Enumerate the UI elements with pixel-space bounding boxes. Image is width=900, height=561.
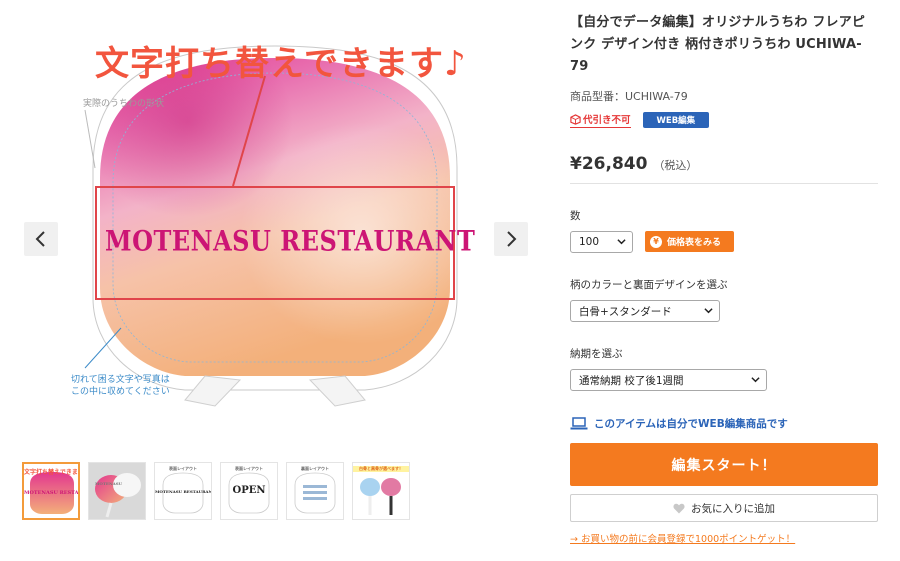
quantity-select-value: 100 <box>579 236 600 248</box>
tax-included-label: （税込） <box>653 159 698 172</box>
thumbnail-strip: 文字打ち替えできます♪ MOTENASU RESTAURANT MOTENASU… <box>22 462 410 520</box>
quantity-label: 数 <box>570 210 581 222</box>
edit-start-button[interactable]: 編集スタート！ <box>570 443 878 486</box>
design-select-value: 白骨+スタンダード <box>579 305 672 318</box>
quantity-select[interactable]: 100 <box>570 231 633 253</box>
web-edit-badge: WEB編集 <box>642 112 710 128</box>
product-gallery: 文字打ち替えできます♪ 実際のうちわの形状 MOTENASU RESTAURAN… <box>0 0 550 561</box>
chevron-left-icon <box>35 231 45 247</box>
headline-text-replace: 文字打ち替えできます♪ <box>95 44 467 84</box>
thumbnail-1-title: 文字打ち替えできます♪ <box>24 469 78 476</box>
add-to-favorites-button[interactable]: お気に入りに追加 <box>570 494 878 522</box>
web-edit-note-text: このアイテムは自分でWEB編集商品です <box>594 418 788 430</box>
safe-area-note-line1: 切れて困る文字や写真は <box>71 375 170 385</box>
design-label: 柄のカラーと裏面デザインを選ぶ <box>570 279 728 291</box>
gallery-next-button[interactable] <box>494 222 528 256</box>
laptop-icon <box>570 417 588 430</box>
thumbnail-4-title: 表面レイアウト <box>235 466 263 471</box>
divider <box>570 183 878 184</box>
member-signup-link[interactable]: → お買い物の前に会員登録で1000ポイントゲット！ <box>570 531 795 545</box>
safe-area-note: 切れて困る文字や写真は この中に収めてください <box>71 374 170 398</box>
delivery-select[interactable]: 通常納期 校了後1週間 <box>570 369 767 391</box>
thumbnail-5-title: 裏面レイアウト <box>301 466 329 471</box>
package-icon <box>570 113 581 125</box>
product-badges: 代引き不可 WEB編集 <box>570 112 710 128</box>
thumbnail-2-name: MOTENASU <box>95 481 123 486</box>
actual-shape-note: 実際のうちわの形状 <box>83 99 165 109</box>
web-edit-note: このアイテムは自分でWEB編集商品です <box>570 416 788 431</box>
no-cod-label: 代引き不可 <box>583 115 631 126</box>
thumbnail-4-name: OPEN <box>232 485 266 496</box>
thumbnail-4[interactable]: 表面レイアウト OPEN <box>220 462 278 520</box>
restaurant-name-text: MOTENASU RESTAURANT <box>105 223 476 258</box>
no-cod-badge: 代引き不可 <box>570 112 631 128</box>
thumbnail-3-name: MOTENASU RESTAURANT <box>155 489 212 494</box>
price-row: ¥26,840 （税込） <box>570 154 697 174</box>
design-select[interactable]: 白骨+スタンダード <box>570 300 720 322</box>
gallery-prev-button[interactable] <box>24 222 58 256</box>
thumbnail-1[interactable]: 文字打ち替えできます♪ MOTENASU RESTAURANT <box>22 462 80 520</box>
chevron-down-icon <box>751 377 760 383</box>
product-title: 【自分でデータ編集】オリジナルうちわ フレアピンク デザイン付き 柄付きポリうち… <box>570 15 866 74</box>
delivery-select-value: 通常納期 校了後1週間 <box>579 374 684 387</box>
thumbnail-5[interactable]: 裏面レイアウト <box>286 462 344 520</box>
product-sku: 商品型番：UCHIWA-79 <box>570 90 688 103</box>
safe-area-note-line2: この中に収めてください <box>71 387 170 397</box>
product-info-panel: 【自分でデータ編集】オリジナルうちわ フレアピンク デザイン付き 柄付きポリうち… <box>570 0 880 561</box>
thumbnail-2[interactable]: MOTENASU <box>88 462 146 520</box>
fan-pair-thumbnail-image <box>95 473 141 518</box>
thumbnail-1-name: MOTENASU RESTAURANT <box>24 490 79 496</box>
price-table-label: 価格表をみる <box>667 238 722 248</box>
delivery-label: 納期を選ぶ <box>570 348 623 360</box>
heart-icon <box>673 503 685 513</box>
chevron-right-icon <box>507 231 517 247</box>
chevron-down-icon <box>704 308 713 314</box>
thumbnail-3[interactable]: 表面レイアウト MOTENASU RESTAURANT <box>154 462 212 520</box>
price-table-button[interactable]: ¥ 価格表をみる <box>645 231 734 252</box>
yen-icon: ¥ <box>650 235 662 248</box>
product-price: ¥26,840 <box>570 154 648 174</box>
chevron-down-icon <box>617 239 626 245</box>
thumbnail-6-title: 白骨と黒骨が選べます！ <box>353 466 409 472</box>
thumbnail-6[interactable]: 白骨と黒骨が選べます！ <box>352 462 410 520</box>
favorite-label: お気に入りに追加 <box>691 502 775 515</box>
thumbnail-3-title: 表面レイアウト <box>169 466 197 471</box>
main-product-image: 文字打ち替えできます♪ 実際のうちわの形状 MOTENASU RESTAURAN… <box>65 28 485 418</box>
